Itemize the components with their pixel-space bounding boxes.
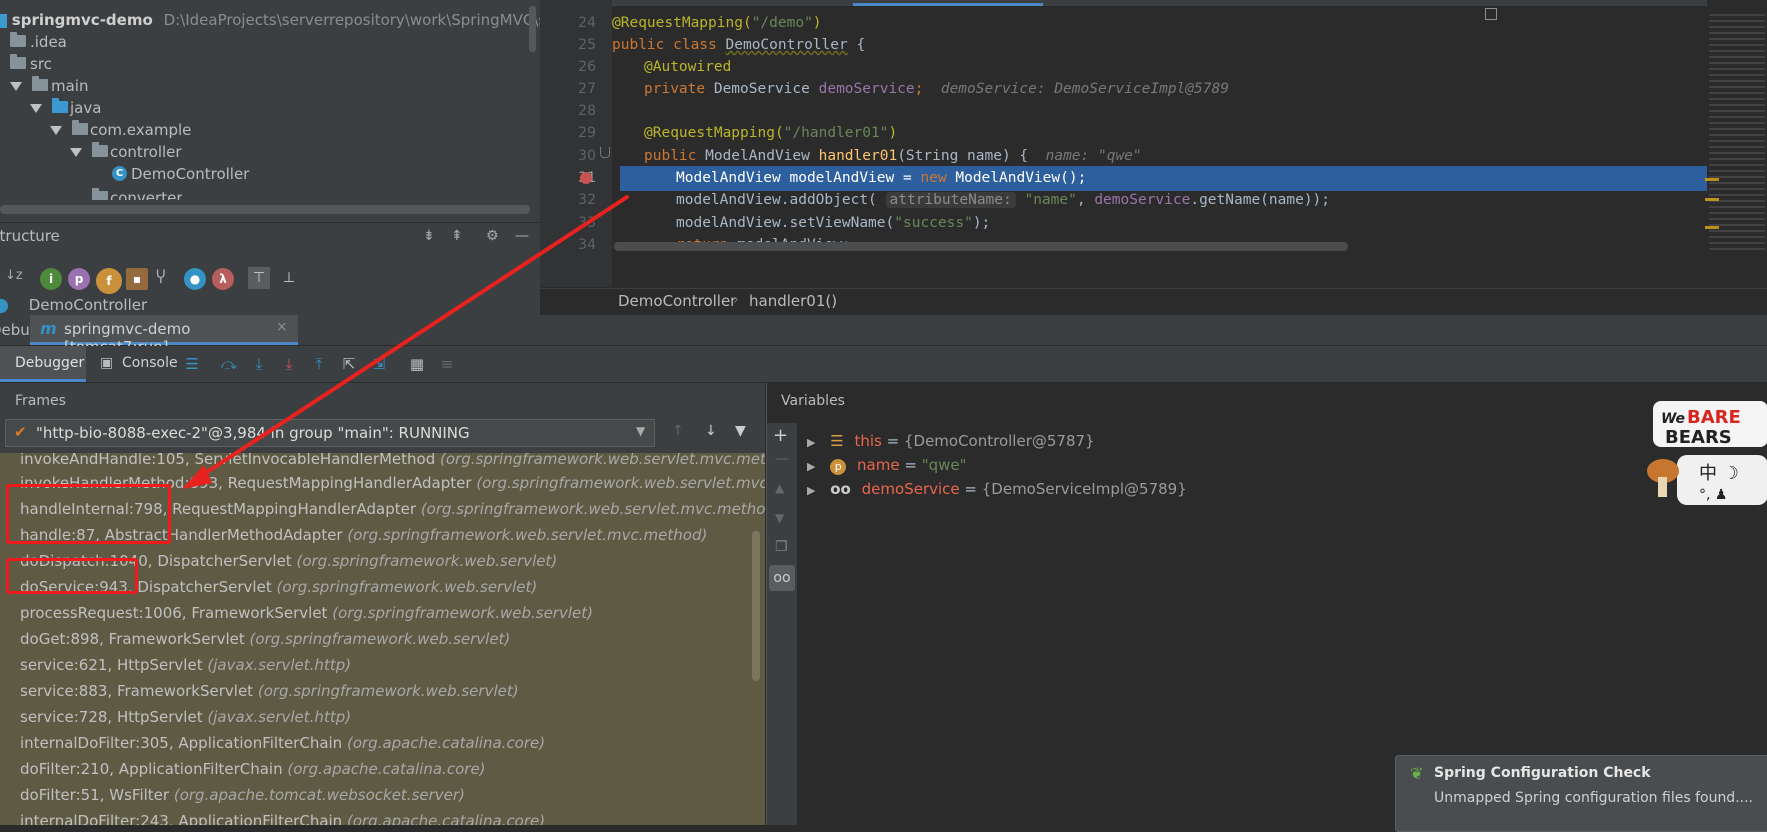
arrow-shaft: [196, 195, 629, 480]
arrow-head: [182, 465, 212, 489]
notification-body[interactable]: Unmapped Spring configuration files foun…: [1434, 790, 1753, 806]
notification-balloon[interactable]: ❦ Spring Configuration Check Unmapped Sp…: [1395, 755, 1767, 832]
notification-title: Spring Configuration Check: [1434, 765, 1651, 781]
spring-leaf-icon: ❦: [1410, 764, 1424, 783]
annotation-arrow: [182, 195, 629, 489]
